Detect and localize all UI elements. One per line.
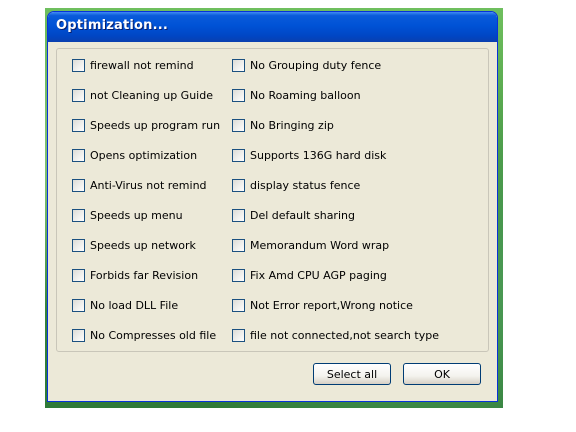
checkbox-label: file not connected,not search type xyxy=(250,328,439,342)
checkbox-box[interactable] xyxy=(72,58,85,72)
checkbox-label: Speeds up network xyxy=(90,238,196,252)
checkbox-box[interactable] xyxy=(72,298,85,312)
option-checkbox[interactable]: Forbids far Revision xyxy=(72,267,198,283)
option-checkbox[interactable]: Speeds up network xyxy=(72,237,196,253)
checkbox-label: Not Error report,Wrong notice xyxy=(250,298,413,312)
checkbox-label: not Cleaning up Guide xyxy=(90,88,213,102)
checkbox-box[interactable] xyxy=(232,268,245,282)
checkbox-box[interactable] xyxy=(232,208,245,222)
checkbox-box[interactable] xyxy=(232,238,245,252)
checkbox-label: Fix Amd CPU AGP paging xyxy=(250,268,387,282)
checkbox-label: display status fence xyxy=(250,178,361,192)
checkbox-box[interactable] xyxy=(72,268,85,282)
checkbox-box[interactable] xyxy=(232,328,245,342)
checkbox-box[interactable] xyxy=(72,238,85,252)
checkbox-label: Speeds up menu xyxy=(90,208,183,222)
checkbox-box[interactable] xyxy=(232,148,245,162)
option-checkbox[interactable]: No Grouping duty fence xyxy=(232,57,381,73)
checkbox-box[interactable] xyxy=(232,178,245,192)
select-all-button[interactable]: Select all xyxy=(313,363,391,385)
checkbox-label: Speeds up program run xyxy=(90,118,221,132)
option-checkbox[interactable]: Not Error report,Wrong notice xyxy=(232,297,413,313)
checkbox-label: No Compresses old file xyxy=(90,328,217,342)
option-checkbox[interactable]: Speeds up program run xyxy=(72,117,220,133)
checkbox-label: Supports 136G hard disk xyxy=(250,148,387,162)
checkbox-label: Forbids far Revision xyxy=(90,268,199,282)
ok-button[interactable]: OK xyxy=(403,363,481,385)
checkbox-label: No Grouping duty fence xyxy=(250,58,382,72)
option-checkbox[interactable]: file not connected,not search type xyxy=(232,327,439,343)
checkbox-box[interactable] xyxy=(232,58,245,72)
option-checkbox[interactable]: Supports 136G hard disk xyxy=(232,147,386,163)
option-checkbox[interactable]: No Roaming balloon xyxy=(232,87,361,103)
checkbox-box[interactable] xyxy=(232,298,245,312)
option-checkbox[interactable]: No Compresses old file xyxy=(72,327,216,343)
checkbox-box[interactable] xyxy=(72,118,85,132)
title-bar[interactable]: Optimization... xyxy=(48,12,497,42)
checkbox-box[interactable] xyxy=(72,208,85,222)
checkbox-label: Opens optimization xyxy=(90,148,198,162)
option-checkbox[interactable]: Speeds up menu xyxy=(72,207,183,223)
checkbox-label: Anti-Virus not remind xyxy=(90,178,207,192)
checkbox-box[interactable] xyxy=(72,178,85,192)
window-title: Optimization... xyxy=(56,18,169,33)
checkbox-box[interactable] xyxy=(232,118,245,132)
option-checkbox[interactable]: display status fence xyxy=(232,177,360,193)
option-checkbox[interactable]: not Cleaning up Guide xyxy=(72,87,213,103)
checkbox-box[interactable] xyxy=(72,328,85,342)
checkbox-label: No Roaming balloon xyxy=(250,88,361,102)
option-checkbox[interactable]: Fix Amd CPU AGP paging xyxy=(232,267,387,283)
checkbox-box[interactable] xyxy=(72,148,85,162)
checkbox-label: Memorandum Word wrap xyxy=(250,238,390,252)
checkbox-label: No load DLL File xyxy=(90,298,179,312)
checkbox-label: No Bringing zip xyxy=(250,118,334,132)
checkbox-box[interactable] xyxy=(72,88,85,102)
option-checkbox[interactable]: Anti-Virus not remind xyxy=(72,177,207,193)
checkbox-box[interactable] xyxy=(232,88,245,102)
option-checkbox[interactable]: No Bringing zip xyxy=(232,117,334,133)
optimization-dialog: Optimization... firewall not remind not C… xyxy=(47,11,498,402)
option-checkbox[interactable]: firewall not remind xyxy=(72,57,194,73)
checkbox-label: Del default sharing xyxy=(250,208,355,222)
option-checkbox[interactable]: Opens optimization xyxy=(72,147,197,163)
option-checkbox[interactable]: Memorandum Word wrap xyxy=(232,237,389,253)
option-checkbox[interactable]: Del default sharing xyxy=(232,207,355,223)
checkbox-label: firewall not remind xyxy=(90,58,194,72)
option-checkbox[interactable]: No load DLL File xyxy=(72,297,178,313)
